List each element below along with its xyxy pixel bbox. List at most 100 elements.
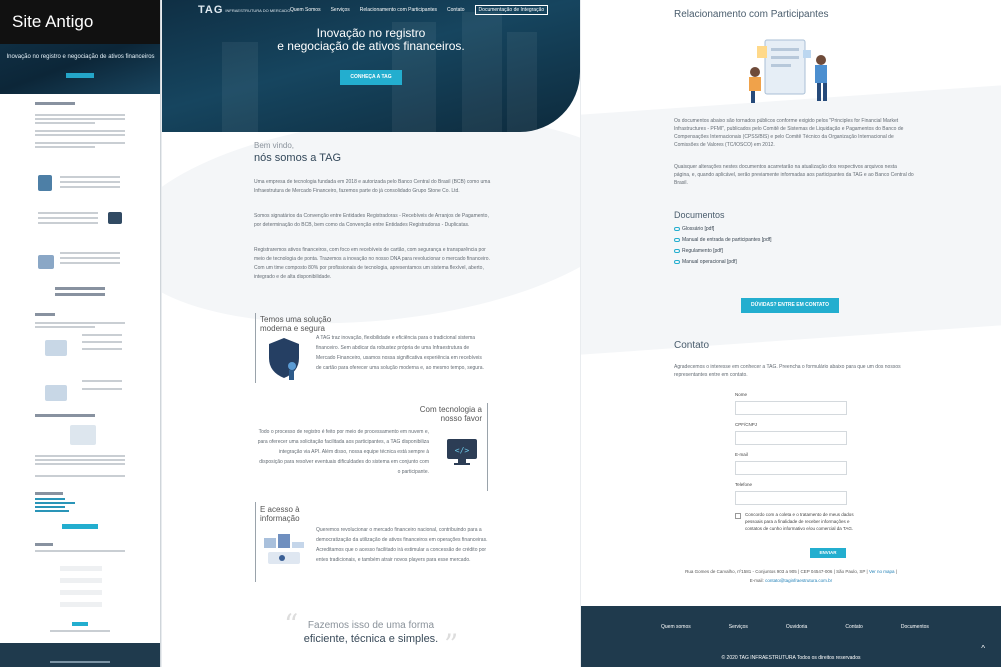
mini-line <box>60 262 120 264</box>
cloud-download-icon <box>674 226 680 231</box>
mini-heading <box>35 102 75 105</box>
nav-documentacao-button[interactable]: Documentação de Integração <box>474 5 549 15</box>
site-footer: Quem somos Serviços Ouvidoria Contato Do… <box>581 606 1001 667</box>
documents-illustration <box>739 32 839 104</box>
mini-line <box>82 341 122 343</box>
nome-field[interactable] <box>735 401 847 415</box>
telefone-label: Telefone <box>735 482 753 487</box>
welcome-kicker: Bem vindo, <box>254 141 295 150</box>
mini-line <box>82 380 122 382</box>
mini-services-image <box>45 385 67 401</box>
mini-line <box>60 252 120 254</box>
nav-servicos[interactable]: Serviços <box>331 7 350 15</box>
footer-link-servicos[interactable]: Serviços <box>729 624 748 630</box>
mini-line <box>38 212 98 214</box>
mini-link <box>35 506 65 508</box>
enviar-button[interactable]: ENVIAR <box>810 548 846 558</box>
mini-line <box>35 134 125 136</box>
code-monitor-icon: </> <box>445 437 479 467</box>
mini-line <box>35 130 125 132</box>
footer-link-quem-somos[interactable]: Quem somos <box>661 624 691 630</box>
email-label: E-mail <box>735 452 748 457</box>
contact-email-link[interactable]: contato@taginfraestrutura.com.br <box>765 578 832 583</box>
address-line: Rua Gomes de Carvalho, nº1581 - Conjunto… <box>685 569 897 574</box>
relacionamento-paragraph: Os documentos abaixo são tornados públic… <box>674 118 904 148</box>
mini-code-image <box>108 212 122 224</box>
mini-link <box>35 510 69 512</box>
mini-line <box>35 322 125 324</box>
mini-line <box>35 118 125 120</box>
mini-heading <box>35 492 63 495</box>
mini-input <box>60 566 102 571</box>
mini-submit <box>72 622 88 626</box>
mini-line <box>50 630 110 632</box>
mini-line <box>82 348 122 350</box>
mini-link <box>35 498 65 500</box>
ver-no-mapa-link[interactable]: Ver no mapa <box>869 569 895 574</box>
footer-link-documentos[interactable]: Documentos <box>901 624 929 630</box>
welcome-paragraph: Somos signatários da Convenção entre Ent… <box>254 213 489 228</box>
mini-heading <box>35 313 55 316</box>
tag-logo[interactable]: TAG INFRAESTRUTURA DO MERCADO <box>198 4 290 16</box>
feature-title-3: E acesso à informação <box>260 505 300 523</box>
old-site-panel: Inovação no registro e negociação de ati… <box>0 0 161 667</box>
hero-title: Inovação no registro e negociação de ati… <box>277 26 465 53</box>
feature-text-2: Todo o processo de registro é feito por … <box>257 429 429 475</box>
footer-nav: Quem somos Serviços Ouvidoria Contato Do… <box>661 624 929 630</box>
mini-shield-image <box>38 175 52 191</box>
cloud-download-icon <box>674 248 680 253</box>
mini-input <box>60 590 102 595</box>
mini-line <box>35 475 125 477</box>
mini-line <box>60 257 120 259</box>
cpf-cnpj-label: CPF/CNPJ <box>735 422 758 427</box>
mini-quote <box>55 287 105 290</box>
footer-link-contato[interactable]: Contato <box>845 624 863 630</box>
mini-line <box>38 222 98 224</box>
feature-title-1: Temos uma solução moderna e segura <box>260 315 332 333</box>
welcome-title: nós somos a TAG <box>254 152 342 164</box>
mini-line <box>35 142 125 144</box>
mini-input <box>60 602 102 607</box>
conheca-tag-button[interactable]: CONHEÇA A TAG <box>340 70 402 85</box>
contato-title: Contato <box>674 340 710 351</box>
doc-link-regulamento[interactable]: Regulamento [pdf] <box>674 248 723 254</box>
mini-line <box>35 459 125 461</box>
email-field[interactable] <box>735 461 847 475</box>
nav-contato[interactable]: Contato <box>447 7 465 15</box>
doc-link-glossario[interactable]: Glossário [pdf] <box>674 226 714 232</box>
consent-checkbox[interactable] <box>735 513 741 519</box>
feature-divider <box>487 403 488 491</box>
email-line: E-mail: contato@taginfraestrutura.com.br <box>749 578 833 583</box>
nav-relacionamento[interactable]: Relacionamento com Participantes <box>360 7 437 15</box>
hero-banner: TAG INFRAESTRUTURA DO MERCADO Quem Somos … <box>162 0 580 132</box>
doc-link-manual-operacional[interactable]: Manual operacional [pdf] <box>674 259 737 265</box>
mini-quote <box>55 293 105 296</box>
nav-quem-somos[interactable]: Quem Somos <box>290 7 321 15</box>
relacionamento-contato-panel: Relacionamento com Participantes Os docu… <box>581 0 1001 667</box>
main-page-panel: TAG INFRAESTRUTURA DO MERCADO Quem Somos … <box>162 0 580 667</box>
mini-data-image <box>38 255 54 269</box>
mini-line <box>35 122 95 124</box>
contato-intro: Agradecemos o interesse em conhecer a TA… <box>674 364 901 378</box>
nome-label: Nome <box>735 392 748 397</box>
scroll-top-icon[interactable]: ^ <box>981 644 985 653</box>
cloud-download-icon <box>674 259 680 264</box>
feature-title-2: Com tecnologia a nosso favor <box>419 405 482 423</box>
welcome-paragraph: Registraremos ativos financeiros, com fo… <box>254 247 490 280</box>
main-nav: Quem Somos Serviços Relacionamento com P… <box>290 5 549 15</box>
feature-text-3: Queremos revolucionar o mercado financei… <box>316 527 488 563</box>
duvidas-contato-button[interactable]: DÚVIDAS? ENTRE EM CONTATO <box>741 298 839 313</box>
data-chart-icon <box>262 532 306 568</box>
mini-line <box>82 334 122 336</box>
doc-link-manual-entrada[interactable]: Manual de entrada de participantes [pdf] <box>674 237 772 243</box>
mini-cta <box>62 524 98 529</box>
mini-line <box>35 114 125 116</box>
mini-line <box>60 176 120 178</box>
telefone-field[interactable] <box>735 491 847 505</box>
shield-icon <box>265 336 303 380</box>
feature-divider <box>255 502 256 582</box>
mini-line <box>38 217 98 219</box>
footer-link-ouvidoria[interactable]: Ouvidoria <box>786 624 807 630</box>
cloud-download-icon <box>674 237 680 242</box>
cpf-cnpj-field[interactable] <box>735 431 847 445</box>
